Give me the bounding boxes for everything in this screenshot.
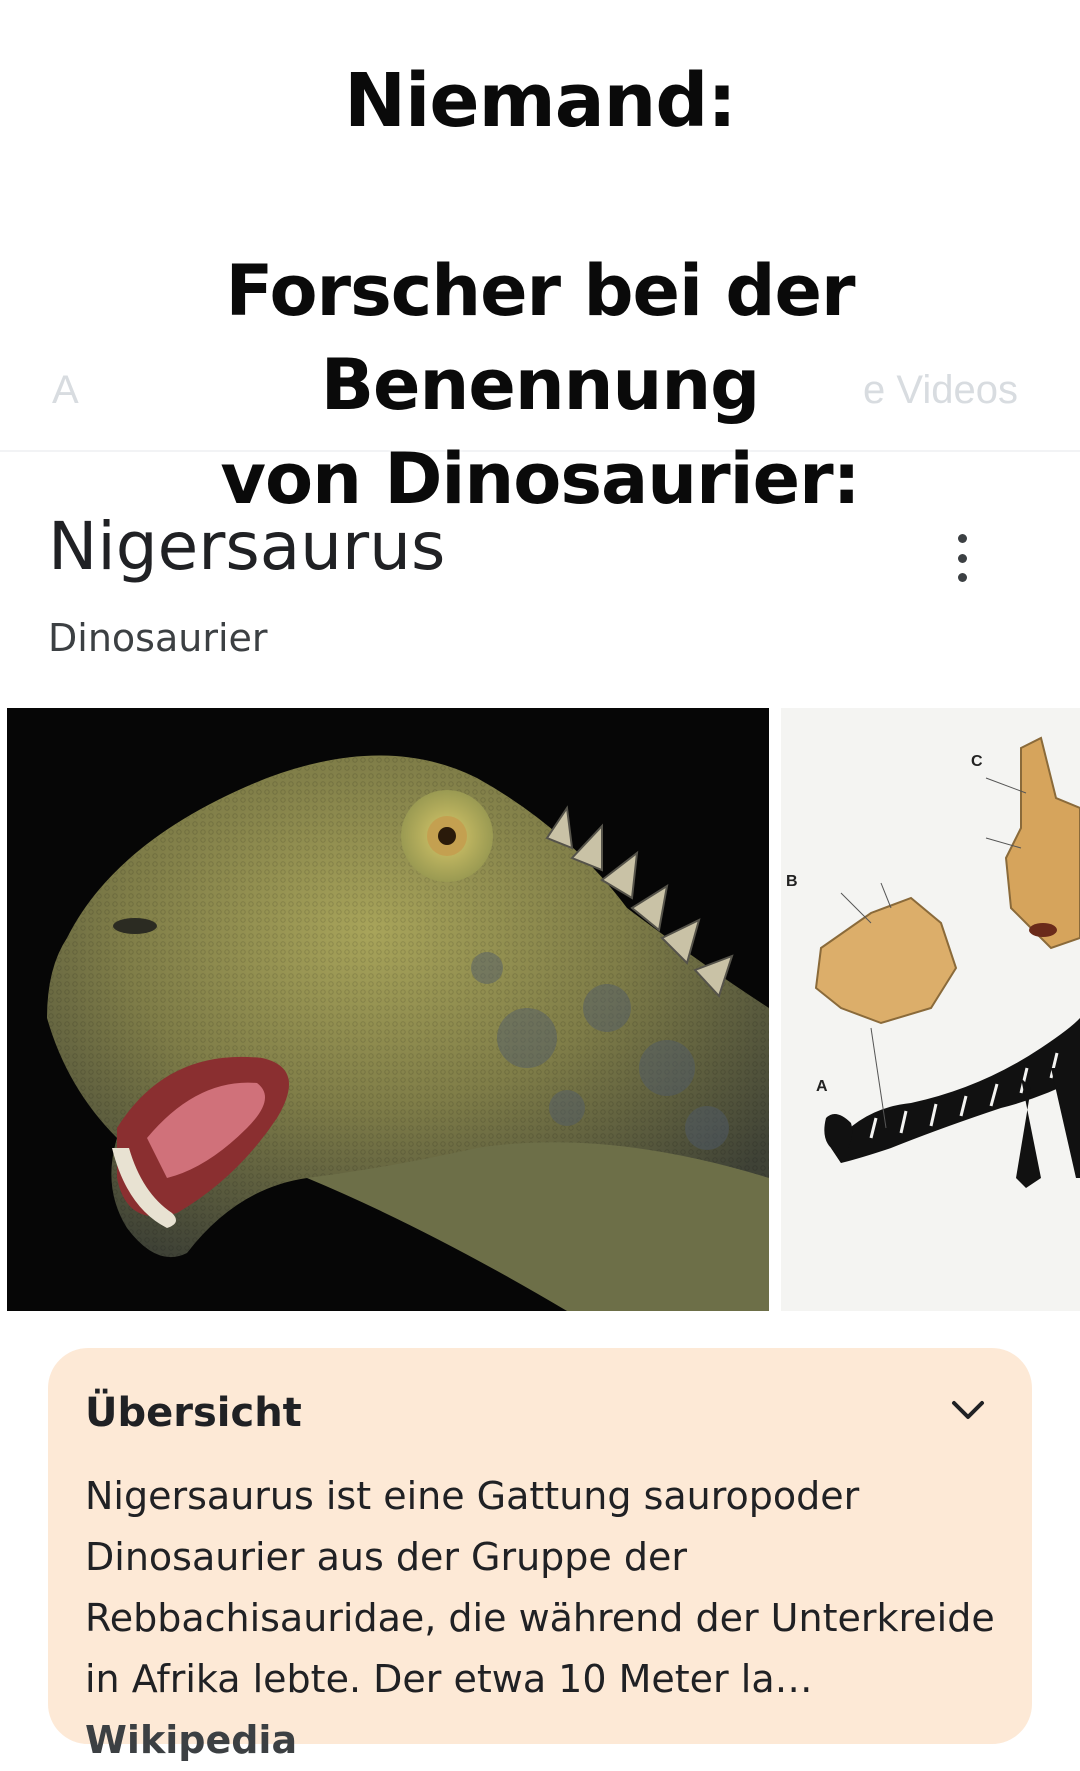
diagram-label-c: C xyxy=(971,753,983,770)
diagram-label-b: B xyxy=(786,873,798,890)
meme-caption-nobody: Niemand: xyxy=(344,58,737,144)
dot xyxy=(957,553,967,563)
image-nigersaurus-skeleton[interactable]: C B A xyxy=(781,708,1080,1311)
overview-text: Nigersaurus ist eine Gattung sauropoder … xyxy=(85,1466,1005,1771)
meme-caption-area: A e Videos Niemand: Forscher bei der Ben… xyxy=(0,0,1080,520)
overview-ellipsis: … xyxy=(774,1657,813,1701)
diagram-label-a: A xyxy=(816,1078,828,1095)
overview-card: Übersicht Nigersaurus ist eine Gattung s… xyxy=(48,1348,1032,1762)
overview-heading: Übersicht xyxy=(85,1390,302,1436)
meme-caption-researchers: Forscher bei der Benennung von Dinosauri… xyxy=(0,244,1080,526)
dot xyxy=(957,534,967,543)
overview-snippet: Nigersaurus ist eine Gattung sauropoder … xyxy=(85,1474,995,1701)
entity-subtitle: Dinosaurier xyxy=(48,616,268,660)
source-link-wikipedia[interactable]: Wikipedia xyxy=(85,1718,297,1762)
skeleton-diagram-illustration: C B A xyxy=(781,708,1080,1311)
meme-caption-line-a: Forscher bei der Benennung xyxy=(225,250,855,426)
image-nigersaurus-head[interactable] xyxy=(7,708,769,1311)
dinosaur-head-illustration xyxy=(7,708,769,1311)
entity-title: Nigersaurus xyxy=(48,508,446,585)
more-vert-icon[interactable] xyxy=(940,528,984,588)
chevron-down-icon[interactable] xyxy=(948,1390,988,1430)
dot xyxy=(957,573,967,582)
